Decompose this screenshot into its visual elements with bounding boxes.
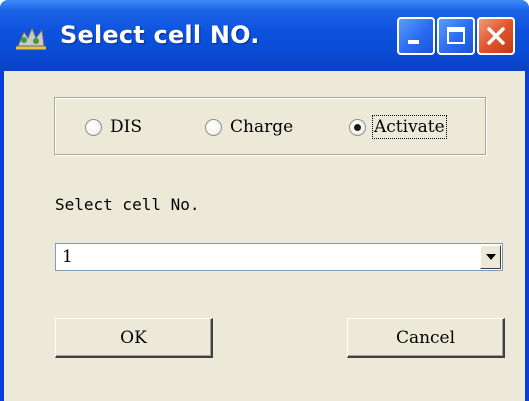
app-icon[interactable] bbox=[14, 24, 48, 52]
cell-number-select[interactable]: 1 bbox=[55, 243, 503, 271]
chevron-down-icon[interactable] bbox=[480, 245, 501, 269]
radio-charge-indicator[interactable] bbox=[205, 118, 222, 136]
radio-dis-label[interactable]: DIS bbox=[110, 117, 142, 137]
ok-button[interactable]: OK bbox=[55, 318, 213, 358]
radio-dis-indicator[interactable] bbox=[85, 118, 102, 136]
radio-activate[interactable]: Activate bbox=[349, 115, 447, 139]
close-button[interactable] bbox=[477, 17, 515, 55]
dialog-window: Select cell NO. DIS Charge Activate Sele… bbox=[0, 0, 529, 401]
cell-select-label: Select cell No. bbox=[55, 195, 200, 214]
radio-charge-label[interactable]: Charge bbox=[230, 117, 293, 137]
maximize-button[interactable] bbox=[437, 17, 475, 55]
mode-radio-group: DIS Charge Activate bbox=[54, 97, 486, 155]
radio-dis[interactable]: DIS bbox=[85, 116, 142, 138]
window-title: Select cell NO. bbox=[60, 21, 260, 49]
maximize-icon bbox=[447, 27, 465, 44]
close-icon bbox=[487, 27, 505, 45]
cell-number-value: 1 bbox=[62, 247, 73, 267]
radio-activate-indicator[interactable] bbox=[349, 118, 366, 136]
cancel-button[interactable]: Cancel bbox=[347, 318, 505, 358]
minimize-icon bbox=[408, 40, 419, 44]
radio-activate-label[interactable]: Activate bbox=[372, 115, 447, 139]
dialog-body: DIS Charge Activate Select cell No. 1 OK… bbox=[4, 71, 525, 401]
title-bar[interactable]: Select cell NO. bbox=[0, 0, 529, 71]
minimize-button[interactable] bbox=[397, 17, 435, 55]
radio-charge[interactable]: Charge bbox=[205, 116, 293, 138]
